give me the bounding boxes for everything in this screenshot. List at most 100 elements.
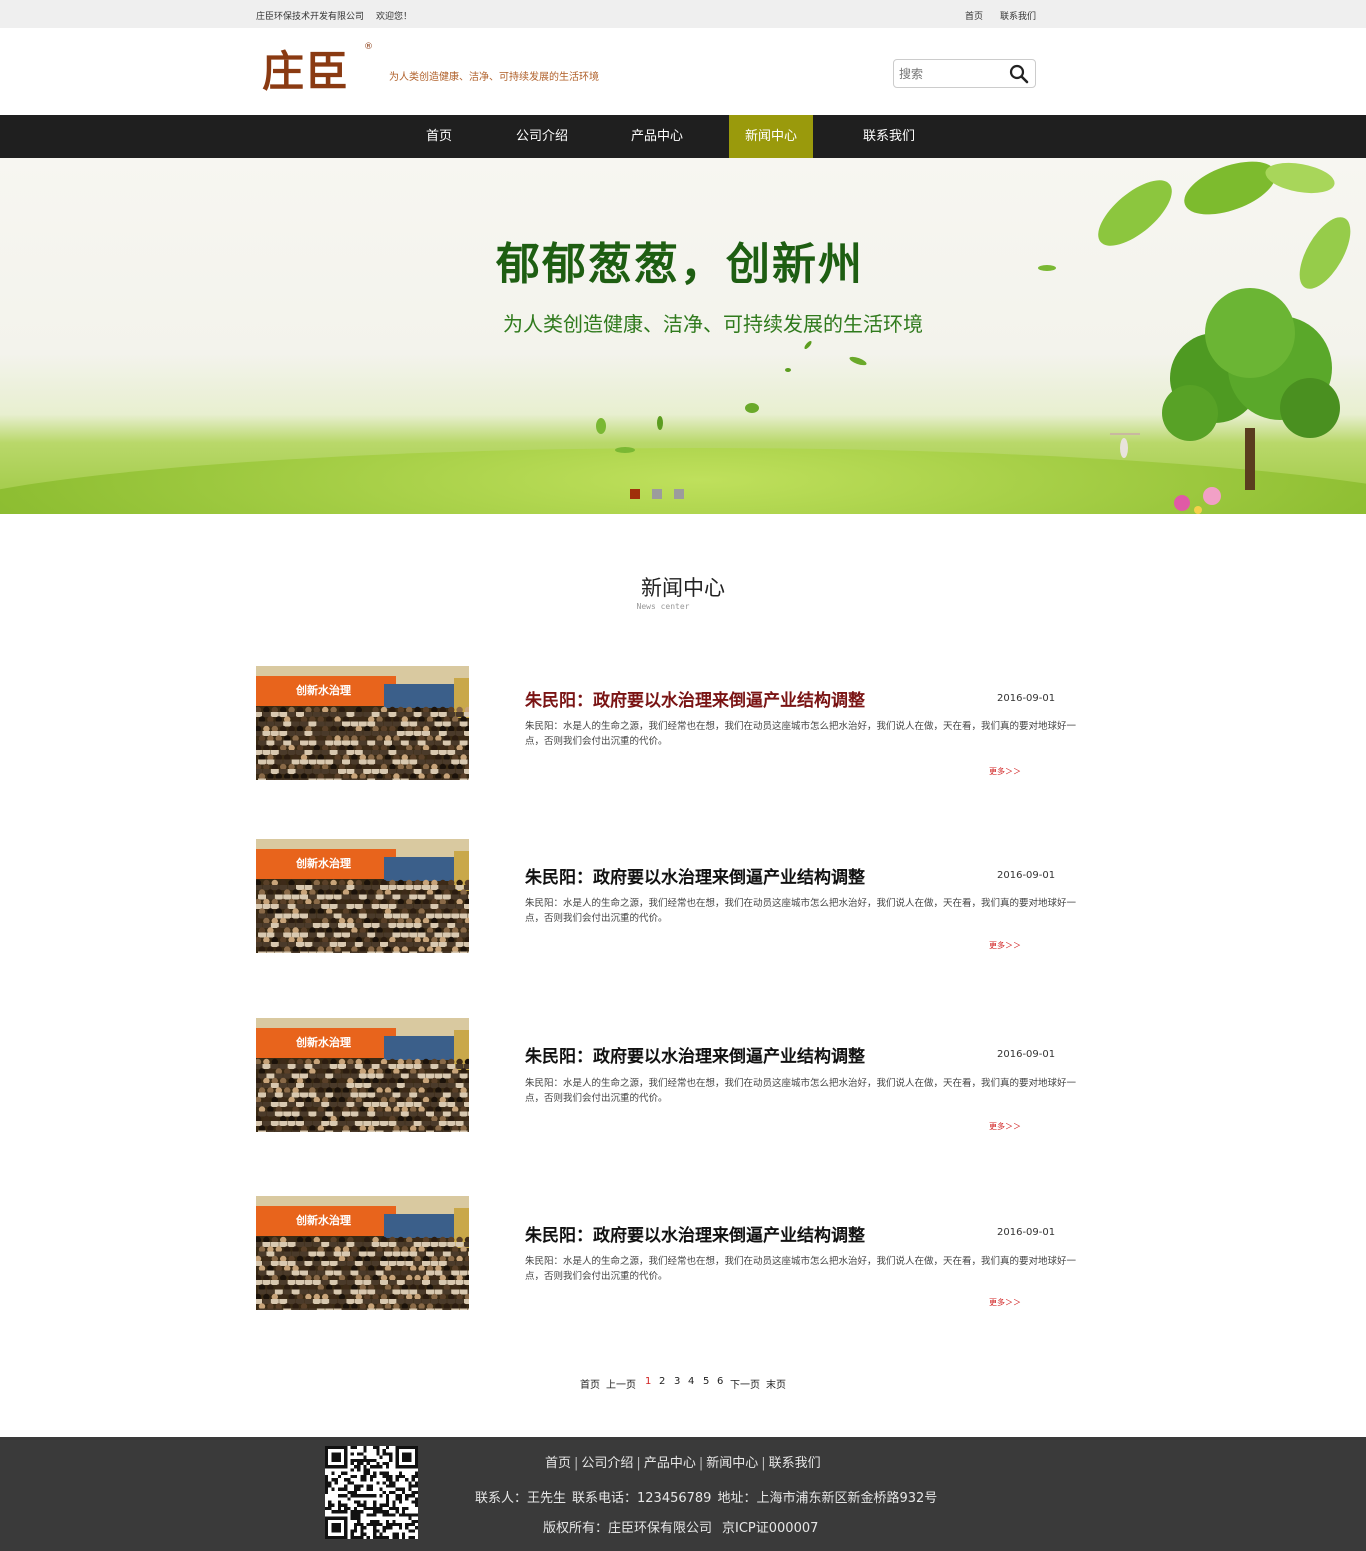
news-summary: 朱民阳：水是人的生命之源，我们经常也在想，我们在动员这座城市怎么把水治好，我们说… <box>525 721 1077 747</box>
page-number[interactable]: 5 <box>703 1376 709 1387</box>
news-more-link[interactable]: 更多＞＞ <box>989 1121 1021 1132</box>
news-date: 2016-09-01 <box>997 1049 1056 1060</box>
top-link-home[interactable]: 首页 <box>965 9 983 22</box>
top-bar: 庄臣环保技术开发有限公司 欢迎您！ 首页 联系我们 <box>0 0 1366 28</box>
section-subtitle: News center <box>636 602 690 611</box>
registered-mark: ® <box>364 42 373 52</box>
nav-item-contact[interactable]: 联系我们 <box>846 115 932 158</box>
tree-trunk <box>1245 428 1255 490</box>
leaf-shape <box>615 447 635 453</box>
page-prev[interactable]: 上一页 <box>606 1376 636 1391</box>
leaf-shape <box>804 340 812 350</box>
news-thumbnail[interactable]: 创新水治理 <box>256 1018 469 1132</box>
news-thumbnail[interactable]: 创新水治理 <box>256 1196 469 1310</box>
news-item: 创新水治理 朱民阳：政府要以水治理来倒逼产业结构调整 2016-09-01 朱民… <box>256 839 1086 954</box>
welcome-text: 欢迎您！ <box>376 12 413 22</box>
page-number[interactable]: 4 <box>688 1376 694 1387</box>
main-nav: 首页 公司介绍 产品中心 新闻中心 联系我们 <box>0 115 1366 158</box>
nav-item-home[interactable]: 首页 <box>405 115 473 158</box>
news-title[interactable]: 朱民阳：政府要以水治理来倒逼产业结构调整 <box>525 1221 865 1246</box>
icp-number: 京ICP证000007 <box>722 1521 819 1536</box>
leaf-shape <box>745 403 759 413</box>
tree-crown <box>1280 378 1340 438</box>
search-input[interactable] <box>899 65 1004 83</box>
news-title[interactable]: 朱民阳：政府要以水治理来倒逼产业结构调整 <box>525 686 865 711</box>
news-thumbnail-image: 创新水治理 <box>256 666 469 780</box>
page-number[interactable]: 1 <box>645 1376 651 1387</box>
footer-copyright: 版权所有：庄臣环保有限公司 京ICP证000007 <box>543 1517 828 1536</box>
hero-banner: 郁郁葱葱，创新州 为人类创造健康、洁净、可持续发展的生活环境 <box>0 158 1366 514</box>
news-item: 创新水治理 朱民阳：政府要以水治理来倒逼产业结构调整 2016-09-01 朱民… <box>256 1018 1086 1133</box>
tree-crown <box>1162 385 1218 441</box>
footer-link-home[interactable]: 首页 <box>545 1456 571 1471</box>
leaf-shape <box>849 356 867 366</box>
tree-crown <box>1205 288 1295 378</box>
news-thumbnail-image: 创新水治理 <box>256 1018 469 1132</box>
news-date: 2016-09-01 <box>997 1227 1056 1238</box>
page-last[interactable]: 末页 <box>766 1376 786 1391</box>
leaf-shape <box>1184 161 1276 215</box>
footer-contact: 联系人：王先生 联系电话：123456789 地址：上海市浦东新区新金桥路932号 <box>475 1487 943 1506</box>
footer-separator: | <box>761 1456 766 1471</box>
header-slogan: 为人类创造健康、洁净、可持续发展的生活环境 <box>389 72 599 83</box>
news-summary: 朱民阳：水是人的生命之源，我们经常也在想，我们在动员这座城市怎么把水治好，我们说… <box>525 898 1077 924</box>
footer-separator: | <box>574 1456 579 1471</box>
page-first[interactable]: 首页 <box>580 1376 600 1391</box>
leaf-shape <box>1038 265 1056 271</box>
news-thumbnail-image: 创新水治理 <box>256 839 469 953</box>
footer-separator: | <box>636 1456 641 1471</box>
leaf-shape <box>657 416 663 430</box>
search-box <box>893 59 1036 88</box>
nav-item-products[interactable]: 产品中心 <box>614 115 700 158</box>
footer-link-products[interactable]: 产品中心 <box>644 1456 696 1471</box>
leaf-shape <box>596 418 606 434</box>
contact-phone: 联系电话：123456789 <box>572 1491 712 1506</box>
slider-dot-3[interactable] <box>674 489 684 499</box>
footer-link-contact[interactable]: 联系我们 <box>769 1456 821 1471</box>
contact-person: 联系人：王先生 <box>475 1491 567 1506</box>
news-thumbnail[interactable]: 创新水治理 <box>256 666 469 780</box>
nav-item-news[interactable]: 新闻中心 <box>729 115 813 158</box>
page-number[interactable]: 3 <box>674 1376 680 1387</box>
page-next[interactable]: 下一页 <box>730 1376 760 1391</box>
svg-text:创新水治理: 创新水治理 <box>295 1035 351 1049</box>
page-number[interactable]: 2 <box>659 1376 665 1387</box>
slider-dot-2[interactable] <box>652 489 662 499</box>
leaf-shape <box>1265 162 1335 194</box>
logo[interactable]: 庄臣 <box>262 46 350 98</box>
flower <box>1174 495 1190 511</box>
page-number[interactable]: 6 <box>717 1376 723 1387</box>
copyright-text: 版权所有：庄臣环保有限公司 <box>543 1521 713 1536</box>
slider-dot-1[interactable] <box>630 489 640 499</box>
news-more-link[interactable]: 更多＞＞ <box>989 1297 1021 1308</box>
news-item: 创新水治理 朱民阳：政府要以水治理来倒逼产业结构调整 2016-09-01 朱民… <box>256 666 1086 781</box>
search-icon[interactable] <box>1009 64 1029 84</box>
leaf-shape <box>1098 180 1172 246</box>
top-link-contact[interactable]: 联系我们 <box>1000 9 1036 22</box>
contact-address: 地址：上海市浦东新区新金桥路932号 <box>717 1491 938 1506</box>
news-title[interactable]: 朱民阳：政府要以水治理来倒逼产业结构调整 <box>525 863 865 888</box>
leaf-shape <box>1299 217 1351 289</box>
news-date: 2016-09-01 <box>997 870 1056 881</box>
company-name: 庄臣环保技术开发有限公司 <box>256 12 365 22</box>
news-more-link[interactable]: 更多＞＞ <box>989 940 1021 951</box>
footer-link-about[interactable]: 公司介绍 <box>581 1456 633 1471</box>
news-title[interactable]: 朱民阳：政府要以水治理来倒逼产业结构调整 <box>525 1042 865 1067</box>
site-footer: 首页 | 公司介绍 | 产品中心 | 新闻中心 | 联系我们 联系人：王先生 联系电话：12345… <box>0 1437 1366 1551</box>
section-title: 新闻中心 <box>641 576 725 600</box>
leaf-shape <box>785 368 791 372</box>
news-more-link[interactable]: 更多＞＞ <box>989 766 1021 777</box>
svg-text:创新水治理: 创新水治理 <box>295 1213 351 1227</box>
pagination: 首页 上一页 1 2 3 4 5 6 下一页 末页 <box>0 1376 1366 1391</box>
footer-separator: | <box>698 1456 704 1471</box>
svg-text:创新水治理: 创新水治理 <box>295 856 351 870</box>
news-thumbnail[interactable]: 创新水治理 <box>256 839 469 953</box>
qr-code <box>325 1446 418 1539</box>
footer-links: 首页 | 公司介绍 | 产品中心 | 新闻中心 | 联系我们 <box>545 1452 821 1471</box>
banner-headline: 郁郁葱葱，创新州 <box>496 239 864 290</box>
nav-item-about[interactable]: 公司介绍 <box>500 115 584 158</box>
news-thumbnail-image: 创新水治理 <box>256 1196 469 1310</box>
flower <box>1203 487 1221 505</box>
footer-link-news[interactable]: 新闻中心 <box>706 1456 758 1471</box>
dragonfly <box>1120 438 1128 458</box>
